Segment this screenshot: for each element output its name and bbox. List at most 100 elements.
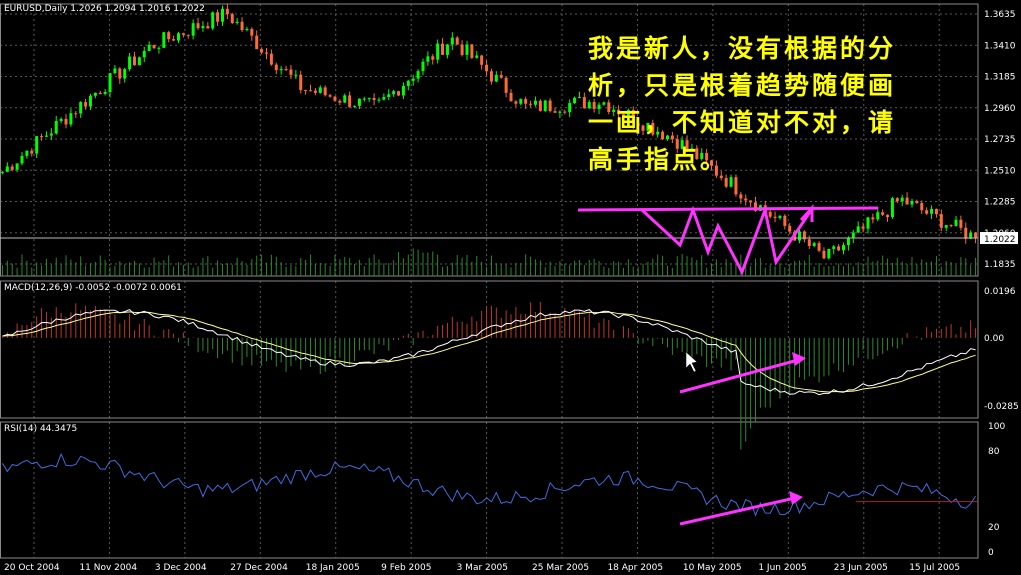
candle-body: [739, 194, 743, 199]
macd-y-tick-label: 0.0196: [984, 287, 1016, 297]
candle-body: [54, 121, 58, 134]
candle-body: [309, 90, 313, 92]
main-title: EURUSD,Daily 1.2026 1.2094 1.2016 1.2022: [4, 4, 205, 14]
candle-body: [744, 198, 748, 201]
candle-body: [357, 98, 361, 106]
rsi-y-tick-label: 100: [988, 422, 1005, 432]
macd-title: MACD(12,26,9) -0.0052 -0.0072 0.0061: [4, 283, 182, 293]
candle-body: [274, 64, 278, 71]
x-tick-label: 18 Apr 2005: [607, 563, 663, 573]
x-tick-label: 20 Oct 2004: [4, 563, 60, 573]
candle-body: [866, 217, 870, 229]
candle-body: [284, 69, 288, 71]
candle-body: [949, 225, 953, 227]
candle-body: [519, 99, 523, 104]
candle-body: [915, 201, 919, 204]
y-tick-label: 1.3185: [984, 73, 1016, 83]
candle-body: [181, 33, 185, 35]
y-tick-label: 1.3635: [984, 10, 1016, 20]
y-tick-label: 1.2510: [984, 166, 1016, 176]
candle-body: [201, 26, 205, 29]
rsi-y-tick-label: 20: [988, 523, 1000, 533]
candle-body: [245, 28, 249, 31]
candle-body: [851, 232, 855, 238]
neckline: [577, 206, 879, 212]
candle-body: [382, 96, 386, 100]
candle-body: [367, 97, 371, 99]
candle-body: [768, 211, 772, 217]
candle-body: [235, 21, 239, 23]
candle-body: [372, 97, 376, 100]
candle-body: [524, 99, 528, 104]
candle-body: [900, 197, 904, 202]
candle-body: [401, 85, 405, 96]
candle-body: [944, 225, 948, 228]
candle-body: [103, 92, 107, 94]
candle-body: [842, 245, 846, 251]
candle-body: [939, 214, 943, 228]
candle-body: [64, 118, 68, 125]
x-tick-label: 3 Dec 2004: [155, 563, 207, 573]
candle-body: [886, 214, 890, 217]
candle-body: [0, 171, 4, 173]
candle-body: [959, 219, 963, 228]
candle-body: [856, 226, 860, 233]
x-tick-label: 9 Feb 2005: [381, 563, 431, 573]
candle-body: [465, 44, 469, 55]
candle-body: [827, 248, 831, 259]
candle-body: [108, 73, 112, 93]
candle-body: [480, 55, 484, 65]
candle-body: [489, 71, 493, 82]
candle-body: [397, 91, 401, 96]
candle-body: [563, 111, 567, 113]
candle-body: [538, 100, 542, 111]
candle-body: [74, 113, 78, 115]
candle-body: [132, 56, 136, 66]
candle-body: [377, 99, 381, 101]
note-line: 析，只是根着趋势随便画: [588, 71, 897, 100]
candle-body: [113, 68, 117, 74]
candle-body: [783, 215, 787, 226]
candle-body: [445, 44, 449, 55]
candle-body: [206, 26, 210, 29]
candle-body: [470, 44, 474, 58]
x-tick-label: 15 Jul 2005: [909, 563, 960, 573]
y-tick-label: 1.2735: [984, 135, 1016, 145]
candle-body: [79, 102, 83, 114]
x-tick-label: 1 Jun 2005: [758, 563, 806, 573]
rsi-y-tick-label: 80: [988, 447, 1000, 457]
candle-body: [176, 33, 180, 41]
candle-body: [20, 155, 24, 164]
candle-body: [343, 95, 347, 103]
note-line: 我是新人，没有根据的分: [588, 34, 897, 63]
candle-body: [788, 225, 792, 232]
candle-body: [934, 208, 938, 215]
candle-body: [362, 98, 366, 100]
x-tick-label: 11 Nov 2004: [79, 563, 137, 573]
candle-body: [25, 150, 29, 156]
candle-body: [260, 49, 264, 53]
candle-body: [289, 69, 293, 75]
candle-body: [35, 136, 39, 154]
candle-body: [920, 203, 924, 211]
candle-body: [812, 243, 816, 246]
x-tick-label: 18 Jan 2005: [306, 563, 360, 573]
candle-body: [533, 100, 537, 105]
candle-body: [269, 53, 273, 65]
candle-body: [734, 177, 738, 195]
candle-body: [5, 166, 9, 172]
candle-body: [172, 39, 176, 41]
candle-body: [910, 201, 914, 205]
candle-body: [265, 52, 269, 54]
candle-body: [460, 44, 464, 55]
candle-body: [724, 178, 728, 187]
candle-body: [925, 210, 929, 214]
price-tag-label: 1.2022: [984, 235, 1016, 245]
candle-body: [485, 64, 489, 72]
candle-body: [954, 219, 958, 226]
candle-body: [871, 217, 875, 220]
x-tick-label: 23 Jun 2005: [834, 563, 888, 573]
rsi-title: RSI(14) 44.3475: [4, 424, 77, 434]
candle-body: [455, 37, 459, 45]
x-tick-label: 10 May 2005: [683, 563, 742, 573]
